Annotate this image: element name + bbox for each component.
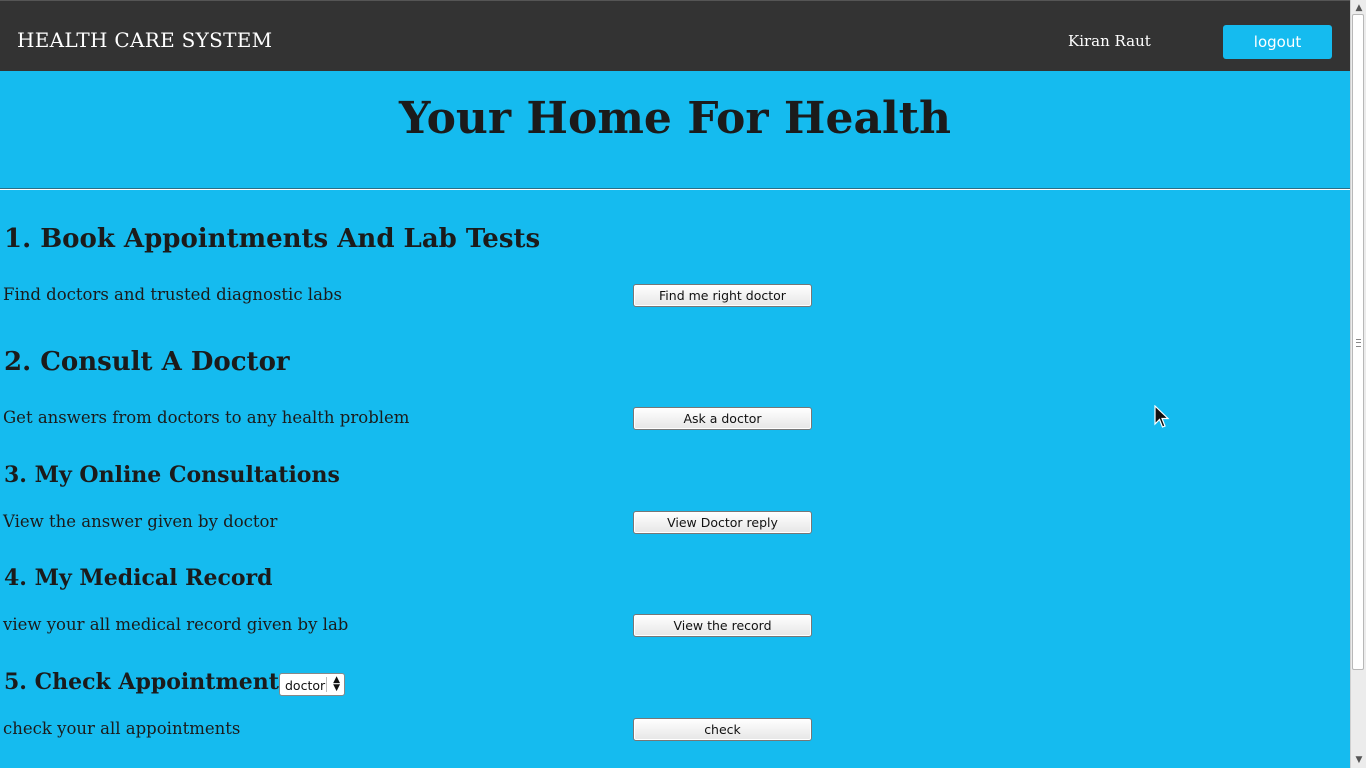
section-description-online-consultations: View the answer given by doctor — [3, 512, 278, 531]
section-description-medical-record: view your all medical record given by la… — [3, 615, 349, 634]
up-down-chevron-icon: ▲ ▼ — [333, 675, 340, 693]
appointment-type-value: doctor — [285, 678, 326, 693]
divider — [0, 188, 1350, 190]
section-description-consult-doctor: Get answers from doctors to any health p… — [3, 408, 410, 427]
section-description-book-appointments: Find doctors and trusted diagnostic labs — [3, 285, 342, 304]
section-heading-check-appointment: 5. Check Appointment — [4, 669, 279, 695]
brand-title[interactable]: HEALTH CARE SYSTEM — [17, 28, 272, 52]
view-record-button[interactable]: View the record — [633, 614, 812, 637]
section-heading-consult-doctor: 2. Consult A Doctor — [4, 347, 290, 377]
grip-icon — [1356, 339, 1361, 347]
section-heading-online-consultations: 3. My Online Consultations — [4, 462, 340, 488]
select-separator — [326, 677, 327, 692]
section-description-check-appointment: check your all appointments — [3, 719, 241, 738]
scroll-down-arrow-icon[interactable]: ▼ — [1353, 754, 1365, 766]
ask-doctor-button[interactable]: Ask a doctor — [633, 407, 812, 430]
section-heading-book-appointments: 1. Book Appointments And Lab Tests — [4, 224, 541, 254]
appointment-type-select[interactable]: doctor ▲ ▼ — [279, 673, 345, 696]
find-doctor-button[interactable]: Find me right doctor — [633, 284, 812, 307]
scroll-up-arrow-icon[interactable]: ▲ — [1353, 2, 1365, 14]
check-appointment-button[interactable]: check — [633, 718, 812, 741]
mouse-pointer-icon — [1154, 405, 1170, 428]
vertical-scrollbar[interactable]: ▲ ▼ — [1350, 0, 1366, 768]
top-navbar: HEALTH CARE SYSTEM Kiran Raut logout — [0, 0, 1350, 71]
view-doctor-reply-button[interactable]: View Doctor reply — [633, 511, 812, 534]
user-name: Kiran Raut — [1068, 32, 1151, 50]
logout-button[interactable]: logout — [1223, 25, 1332, 59]
page-title: Your Home For Health — [399, 93, 951, 144]
section-heading-medical-record: 4. My Medical Record — [4, 565, 273, 591]
scrollbar-thumb[interactable] — [1352, 14, 1364, 670]
